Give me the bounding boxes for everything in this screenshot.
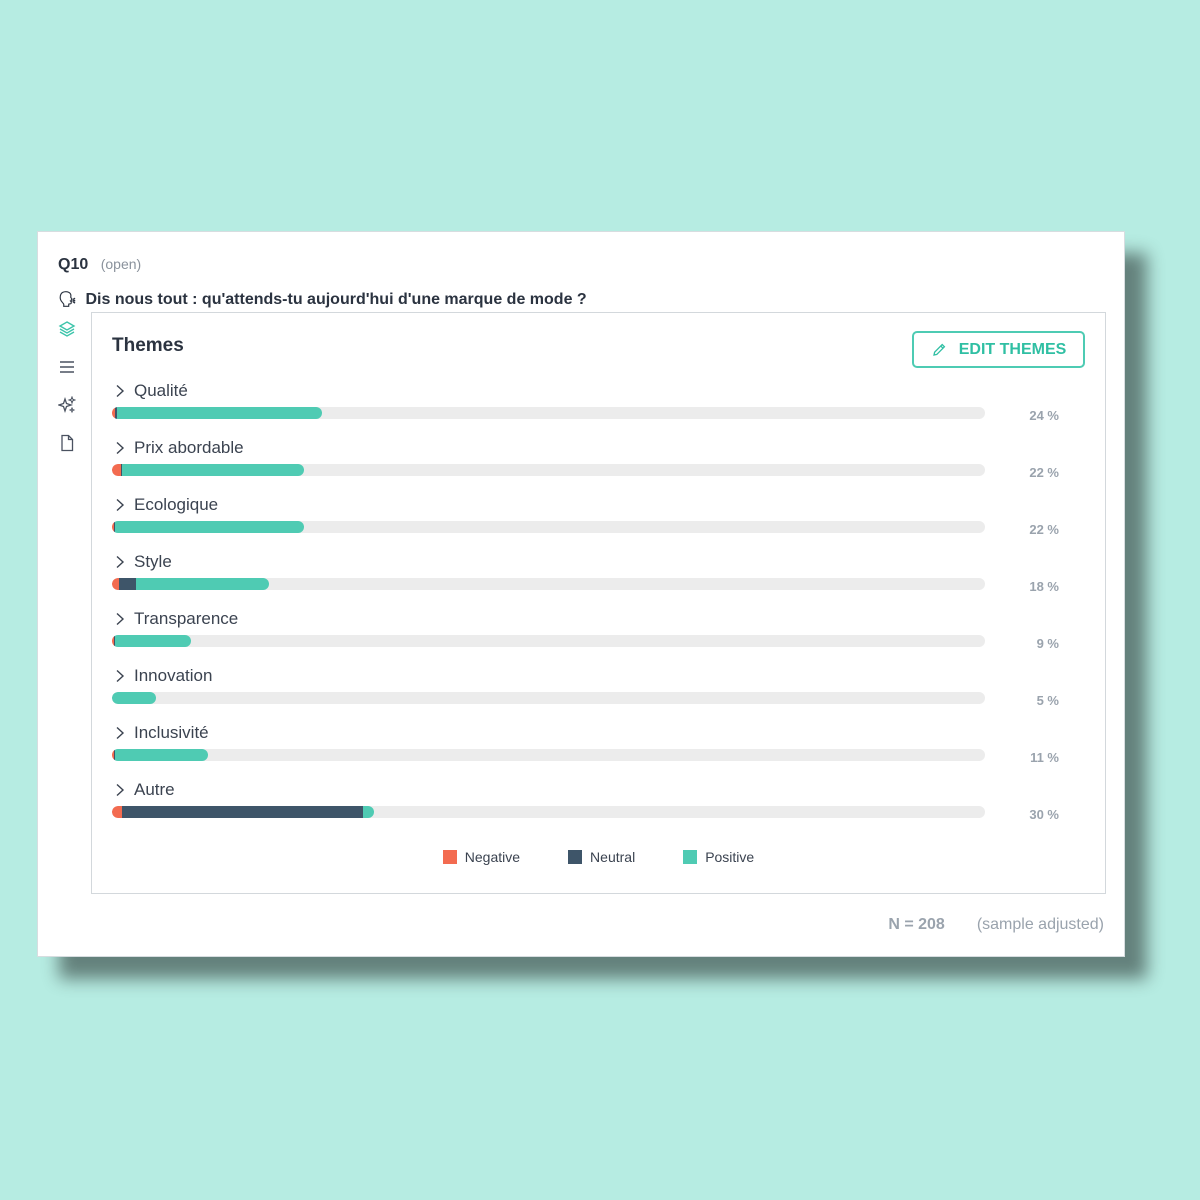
bar-segment-positive (117, 407, 322, 419)
theme-toggle[interactable]: Style (114, 552, 172, 572)
question-type: (open) (100, 256, 142, 272)
theme-toggle[interactable]: Qualité (114, 381, 188, 401)
bar-segment-positive (112, 692, 156, 704)
chevron-right-icon (116, 441, 125, 455)
theme-label: Autre (134, 780, 175, 799)
bar-segment-positive (115, 635, 191, 647)
theme-bar-track (112, 749, 985, 761)
theme-row: Style 18 % (112, 548, 1087, 605)
chevron-right-icon (116, 384, 125, 398)
bar-segment-positive (122, 464, 305, 476)
bar-segment-positive (135, 578, 270, 590)
theme-label: Ecologique (134, 495, 219, 514)
theme-row: Transparence 9 % (112, 605, 1087, 662)
edit-themes-label: EDIT THEMES (958, 340, 1067, 358)
chevron-right-icon (116, 555, 125, 569)
sample-size: N = 208 (888, 916, 945, 933)
theme-bar-track (112, 407, 985, 419)
bar-segment-positive (114, 521, 305, 533)
legend-swatch-neutral (568, 850, 583, 864)
panel-title: Themes (112, 335, 184, 356)
bar-segment-positive (115, 749, 209, 761)
speaking-head-icon: 🗣 (58, 291, 78, 308)
question-text: Dis nous tout : qu'attends-tu aujourd'hu… (85, 291, 587, 308)
theme-percent: 9 % (1036, 636, 1059, 651)
theme-percent: 24 % (1029, 408, 1059, 423)
chevron-right-icon (116, 612, 125, 626)
theme-bar-track (112, 464, 985, 476)
theme-percent: 18 % (1029, 579, 1059, 594)
question-number: Q10 (58, 256, 89, 273)
question-text-row: 🗣 Dis nous tout : qu'attends-tu aujourd'… (58, 290, 587, 309)
bar-segment-positive (363, 806, 374, 818)
chevron-right-icon (116, 783, 125, 797)
legend-label-neutral: Neutral (590, 849, 636, 865)
legend-label-positive: Positive (705, 849, 755, 865)
theme-row: Prix abordable 22 % (112, 434, 1087, 491)
bar-segment-neutral (122, 806, 364, 818)
theme-row: Autre 30 % (112, 776, 1087, 833)
theme-bar-track (112, 806, 985, 818)
chart-legend: Negative Neutral Positive (92, 849, 1105, 865)
theme-label: Prix abordable (134, 438, 244, 457)
theme-percent: 11 % (1030, 750, 1059, 765)
sample-footer: N = 208 (sample adjusted) (888, 916, 1104, 934)
theme-toggle[interactable]: Inclusivité (114, 723, 209, 743)
theme-percent: 30 % (1029, 807, 1059, 822)
pencil-icon (932, 343, 946, 356)
edit-themes-button[interactable]: EDIT THEMES (912, 331, 1085, 368)
theme-bar-track (112, 635, 985, 647)
theme-toggle[interactable]: Autre (114, 780, 175, 800)
theme-row: Qualité 24 % (112, 377, 1087, 434)
legend-item-neutral: Neutral (568, 849, 635, 865)
bar-segment-negative (112, 806, 123, 818)
theme-label: Qualité (134, 381, 188, 400)
theme-bar-track (112, 692, 985, 704)
theme-toggle[interactable]: Transparence (114, 609, 238, 629)
sparkles-icon[interactable] (58, 396, 76, 414)
theme-toggle[interactable]: Prix abordable (114, 438, 244, 458)
sample-note: (sample adjusted) (976, 916, 1104, 933)
question-header: Q10 (open) (58, 256, 141, 274)
layers-icon[interactable] (58, 320, 76, 338)
theme-toggle[interactable]: Innovation (114, 666, 212, 686)
theme-percent: 5 % (1036, 693, 1059, 708)
list-icon[interactable] (58, 358, 76, 376)
legend-label-negative: Negative (464, 849, 521, 865)
theme-bar-track (112, 521, 985, 533)
theme-bar-track (112, 578, 985, 590)
bar-segment-negative (112, 578, 119, 590)
chevron-right-icon (116, 726, 125, 740)
bar-segment-neutral (118, 578, 136, 590)
bar-segment-negative (112, 464, 121, 476)
legend-item-positive: Positive (683, 849, 754, 865)
theme-label: Innovation (134, 666, 213, 685)
theme-list: Qualité 24 % Prix abordable 22 % Ecologique 2… (112, 377, 1087, 833)
chevron-right-icon (116, 669, 125, 683)
themes-panel: Themes EDIT THEMES Qualité 24 % Prix abord… (91, 312, 1106, 894)
theme-percent: 22 % (1029, 522, 1059, 537)
theme-percent: 22 % (1029, 465, 1059, 480)
theme-label: Style (134, 552, 172, 571)
theme-toggle[interactable]: Ecologique (114, 495, 218, 515)
theme-label: Transparence (134, 609, 239, 628)
theme-row: Ecologique 22 % (112, 491, 1087, 548)
theme-label: Inclusivité (134, 723, 209, 742)
theme-row: Inclusivité 11 % (112, 719, 1087, 776)
document-icon[interactable] (58, 434, 76, 452)
legend-swatch-negative (442, 850, 457, 864)
legend-swatch-positive (683, 850, 698, 864)
legend-item-negative: Negative (442, 849, 521, 865)
theme-row: Innovation 5 % (112, 662, 1087, 719)
question-card: Q10 (open) 🗣 Dis nous tout : qu'attends-… (37, 231, 1125, 957)
chevron-right-icon (116, 498, 125, 512)
